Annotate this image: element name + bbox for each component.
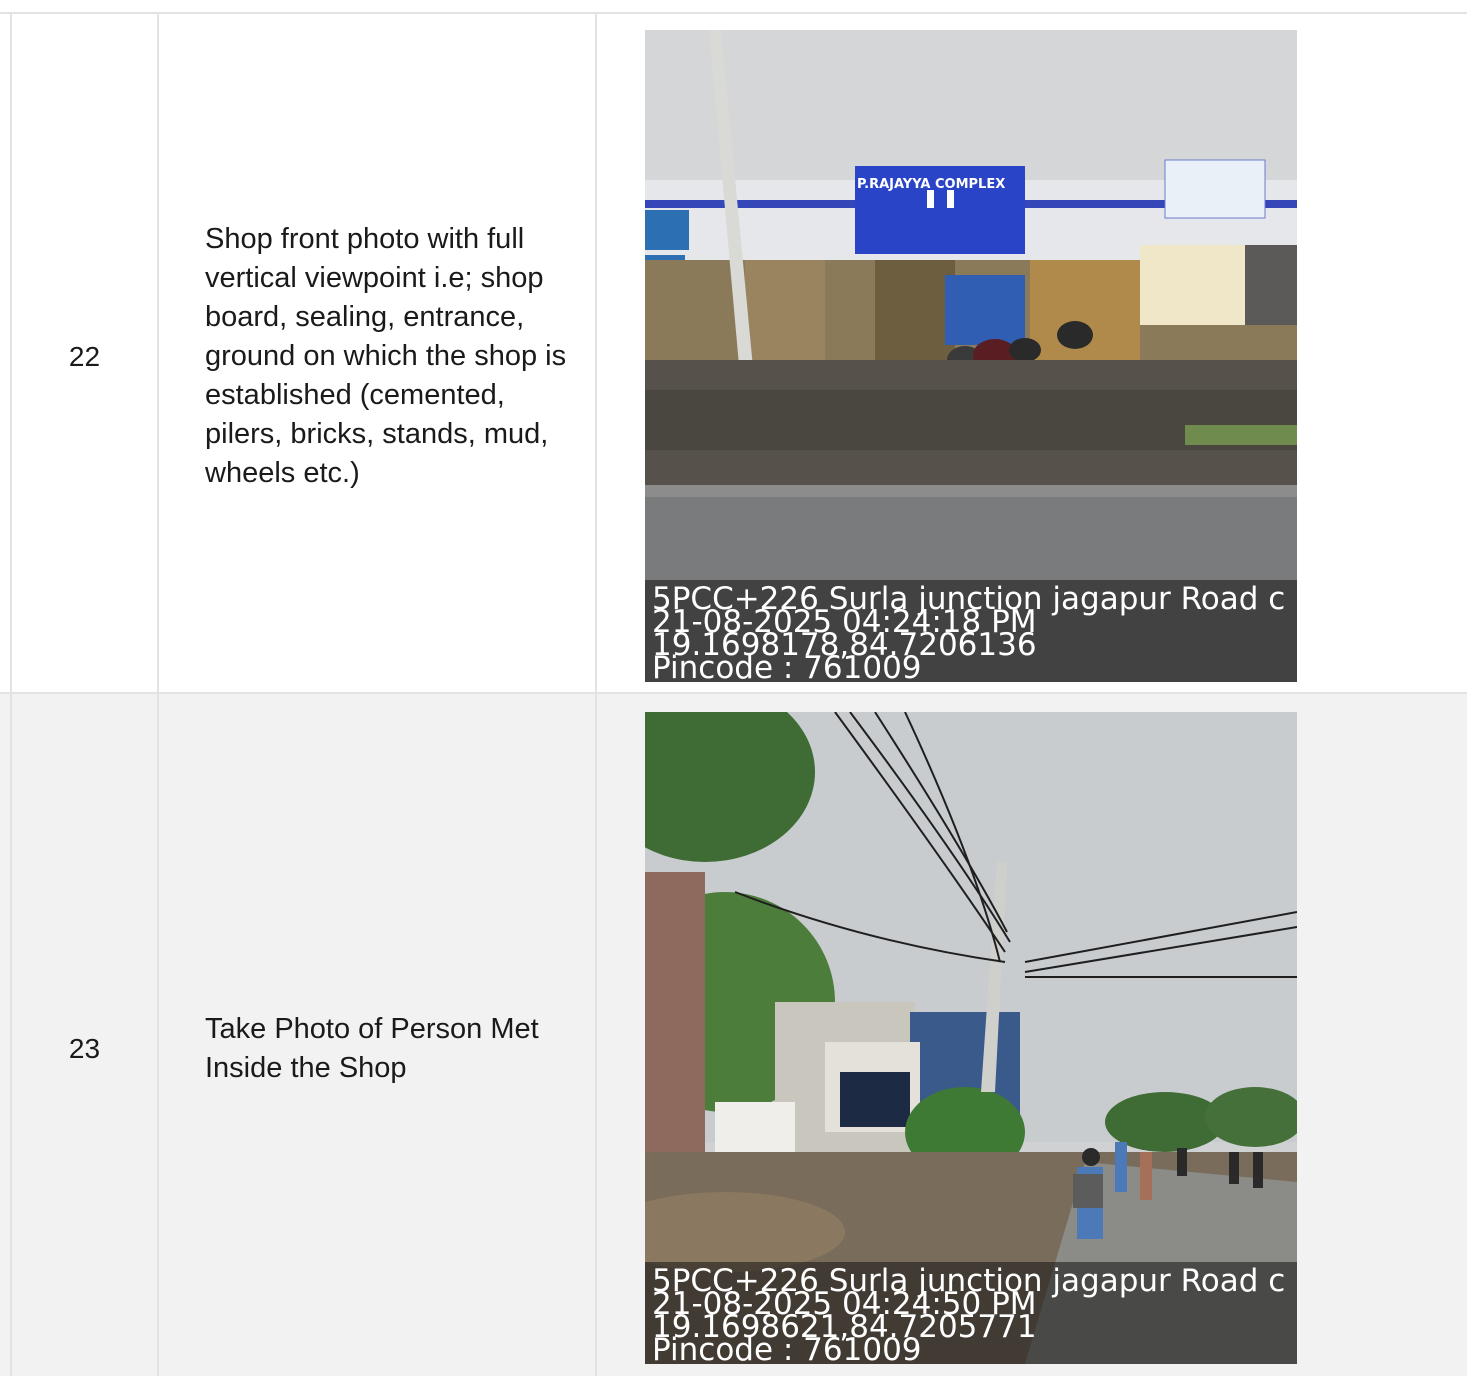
person-met-photo: 5PCC+226 Surla junction jagapur Road c 2… <box>645 712 1297 1364</box>
photo-geotag-stamp: 5PCC+226 Surla junction jagapur Road c 2… <box>645 580 1297 682</box>
row-description: Shop front photo with full vertical view… <box>205 223 567 489</box>
verification-table: 22 Shop front photo with full vertical v… <box>0 12 1467 1376</box>
shop-sign-text: P.RAJAYYA COMPLEX <box>857 177 1005 192</box>
row-description-cell: Shop front photo with full vertical view… <box>157 14 597 692</box>
table-row: 23 Take Photo of Person Met Inside the S… <box>0 694 1467 1376</box>
row-number: 22 <box>68 341 101 372</box>
row-photo-cell: P.RAJAYYA COMPLEX 5PCC+226 Surla junctio… <box>597 14 1467 692</box>
row-number-cell: 23 <box>10 694 159 1376</box>
table-row: 22 Shop front photo with full vertical v… <box>0 14 1467 694</box>
row-description-cell: Take Photo of Person Met Inside the Shop <box>157 694 597 1376</box>
row-number-cell: 22 <box>10 14 159 692</box>
row-description: Take Photo of Person Met Inside the Shop <box>205 1013 539 1084</box>
row-number: 23 <box>68 1033 101 1064</box>
row-photo-cell: 5PCC+226 Surla junction jagapur Road c 2… <box>597 694 1467 1376</box>
shop-front-photo: P.RAJAYYA COMPLEX 5PCC+226 Surla junctio… <box>645 30 1297 682</box>
photo-geotag-stamp: 5PCC+226 Surla junction jagapur Road c 2… <box>645 1262 1297 1364</box>
